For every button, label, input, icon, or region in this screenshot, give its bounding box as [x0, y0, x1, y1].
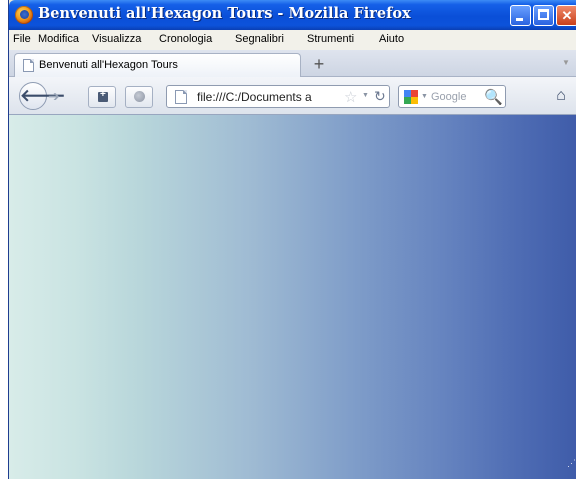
title-bar[interactable]: Benvenuti all'Hexagon Tours - Mozilla Fi…: [9, 0, 576, 30]
home-button[interactable]: ⌂: [550, 85, 572, 107]
menu-visualizza[interactable]: Visualizza: [92, 33, 141, 45]
close-button[interactable]: ✕: [556, 5, 576, 26]
google-icon[interactable]: [404, 90, 418, 104]
maximize-button[interactable]: [533, 5, 554, 26]
minimize-button[interactable]: [510, 5, 531, 26]
toolbar-button-1[interactable]: [88, 86, 116, 108]
menu-cronologia[interactable]: Cronologia: [159, 33, 212, 45]
resize-grip-icon[interactable]: ⋰: [567, 458, 576, 469]
home-icon: ⌂: [556, 87, 566, 104]
menu-strumenti[interactable]: Strumenti: [307, 33, 354, 45]
menu-aiuto[interactable]: Aiuto: [379, 33, 404, 45]
search-bar[interactable]: ▼ Google 🔍: [398, 85, 506, 108]
menu-bar: File Modifica Visualizza Cronologia Segn…: [9, 30, 576, 50]
back-button[interactable]: 🡐: [19, 82, 66, 110]
reload-icon[interactable]: ↻: [374, 88, 386, 105]
magnifier-icon[interactable]: 🔍: [484, 88, 503, 106]
search-engine-dropdown-icon[interactable]: ▼: [421, 93, 428, 100]
window-title: Benvenuti all'Hexagon Tours - Mozilla Fi…: [38, 5, 411, 22]
navigation-toolbar: 🡐 ➔ file:///C:/Documents a ☆ ▼ ↻ ▼ Googl…: [9, 77, 576, 115]
minimize-icon: [516, 18, 523, 21]
browser-window: Benvenuti all'Hexagon Tours - Mozilla Fi…: [8, 0, 576, 479]
toolbar-button-2[interactable]: [125, 86, 153, 108]
page-icon: [23, 59, 34, 72]
url-bar[interactable]: file:///C:/Documents a ☆ ▼ ↻: [166, 85, 390, 108]
menu-file[interactable]: File: [13, 33, 31, 45]
tab-label: Benvenuti all'Hexagon Tours: [39, 59, 178, 71]
add-bookmark-icon: [98, 89, 108, 102]
forward-button[interactable]: ➔: [48, 87, 68, 105]
tab-list-chevron-icon[interactable]: ▼: [562, 58, 570, 67]
maximize-icon: [538, 9, 549, 20]
forward-arrow-icon: ➔: [48, 88, 60, 104]
page-content: [9, 115, 576, 479]
star-icon[interactable]: ☆: [344, 88, 357, 106]
sync-icon: [134, 91, 145, 102]
firefox-icon[interactable]: [15, 6, 33, 24]
search-input[interactable]: Google: [431, 91, 466, 103]
tab-active[interactable]: Benvenuti all'Hexagon Tours: [14, 53, 301, 77]
menu-segnalibri[interactable]: Segnalibri: [235, 33, 284, 45]
close-icon: ✕: [561, 8, 573, 23]
url-dropdown-icon[interactable]: ▼: [362, 92, 369, 99]
new-tab-button[interactable]: +: [306, 53, 332, 75]
menu-modifica[interactable]: Modifica: [38, 33, 79, 45]
page-icon: [175, 90, 187, 104]
tab-strip: Benvenuti all'Hexagon Tours + ▼: [9, 50, 576, 77]
url-text[interactable]: file:///C:/Documents a: [197, 90, 312, 104]
